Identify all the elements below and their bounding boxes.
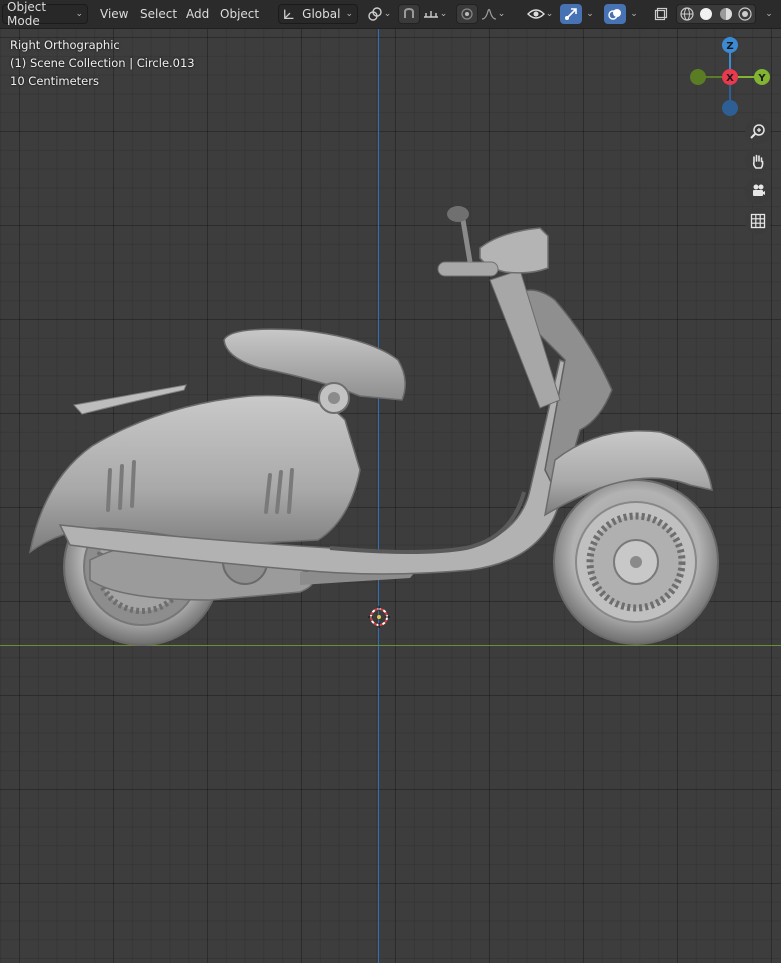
pivot-icon [368, 7, 382, 21]
pan-hand-icon [752, 154, 764, 169]
overlay-icon [608, 9, 621, 20]
gizmo-toggle[interactable] [560, 4, 582, 24]
gizmo-x-axis[interactable]: X [722, 69, 738, 85]
ortho-toggle-button[interactable] [745, 208, 771, 234]
visibility-button[interactable]: ⌄ [524, 4, 556, 24]
menu-view[interactable]: View [95, 4, 133, 24]
scooter-model[interactable] [0, 0, 781, 963]
zoom-button[interactable] [745, 118, 771, 144]
grid-icon [750, 213, 766, 229]
shading-dropdown[interactable]: ⌄ [760, 4, 778, 24]
solid-icon[interactable] [699, 7, 713, 21]
seat [223, 328, 406, 401]
menu-add[interactable]: Add [181, 4, 214, 24]
gizmo-y-label: Y [757, 73, 766, 84]
chevron-down-icon: ⌄ [345, 9, 353, 19]
gizmo-z-label: Z [726, 41, 733, 52]
object-visibility-icon [526, 9, 545, 19]
viewport-info: Right Orthographic (1) Scene Collection … [10, 36, 195, 90]
collection-info: (1) Scene Collection | Circle.013 [10, 56, 195, 70]
xray-toggle[interactable] [650, 4, 672, 24]
proportional-editing-icon [461, 8, 473, 20]
shading-mode-group [676, 4, 756, 24]
falloff-curve-icon [481, 8, 496, 20]
overlay-dropdown[interactable]: ⌄ [626, 4, 642, 24]
snap-toggle[interactable] [398, 4, 420, 24]
chevron-down-icon: ⌄ [75, 9, 83, 19]
orientation-label: Global [302, 7, 341, 21]
gizmo-neg-z[interactable] [722, 100, 738, 116]
camera-icon [753, 184, 765, 196]
zoom-icon [750, 124, 765, 139]
snap-target-button[interactable]: ⌄ [420, 4, 450, 24]
snap-increment-icon [423, 11, 438, 18]
handlebar [437, 206, 549, 277]
camera-view-button[interactable] [745, 178, 771, 204]
material-preview-icon[interactable] [719, 7, 733, 21]
overlay-toggle[interactable] [604, 4, 626, 24]
menu-select[interactable]: Select [135, 4, 182, 24]
gizmo-x-label: X [726, 73, 734, 84]
rear-rack [73, 384, 187, 415]
proportional-edit-toggle[interactable] [456, 4, 478, 24]
mode-dropdown[interactable]: Object Mode ⌄ [2, 0, 88, 28]
snap-icon [404, 7, 414, 18]
gizmo-toggle-icon [565, 8, 577, 20]
xray-icon [654, 7, 668, 21]
gizmo-dropdown[interactable]: ⌄ [582, 4, 598, 24]
wireframe-icon[interactable] [680, 7, 694, 21]
menu-object[interactable]: Object [215, 4, 264, 24]
gizmo-neg-y[interactable] [690, 69, 706, 85]
orientation-dropdown[interactable]: Global ⌄ [278, 4, 358, 24]
mode-label: Object Mode [7, 0, 47, 28]
view-name: Right Orthographic [10, 38, 120, 52]
front-wheel [553, 479, 719, 645]
pivot-point-button[interactable]: ⌄ [364, 4, 394, 24]
navigation-gizmo[interactable]: Z Y X [686, 36, 774, 120]
scale-label: 10 Centimeters [10, 74, 99, 88]
transform-orientation-icon [284, 9, 294, 19]
viewport-header: Object Mode ⌄ View Select Add Object Glo… [0, 0, 781, 29]
gizmo-y-axis[interactable]: Y [754, 69, 770, 85]
gizmo-z-axis[interactable]: Z [722, 37, 738, 53]
3d-cursor-icon[interactable] [368, 606, 390, 628]
rendered-icon[interactable] [738, 7, 752, 21]
falloff-button[interactable]: ⌄ [478, 4, 508, 24]
pan-button[interactable] [745, 148, 771, 174]
